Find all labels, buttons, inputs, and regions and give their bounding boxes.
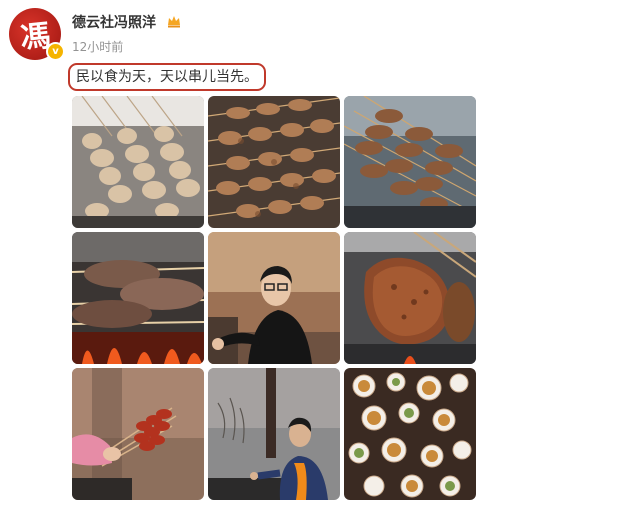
photo-lamb-skewers[interactable] (208, 96, 340, 228)
photo-grilled-skewers-closeup[interactable] (344, 96, 476, 228)
verified-badge-icon: v (46, 42, 65, 61)
crown-icon[interactable] (166, 13, 182, 29)
photo-roasting-meat-over-fire[interactable] (72, 232, 204, 364)
photo-grilled-steak[interactable] (344, 232, 476, 364)
photo-boy-in-black-jacket[interactable] (208, 232, 340, 364)
photo-man-at-grill[interactable] (208, 368, 340, 500)
post-text: 民以食为天，天以串儿当先。 (68, 63, 266, 91)
timestamp[interactable]: 12小时前 (72, 38, 123, 55)
photo-grid (72, 96, 476, 500)
photo-chicken-skewers[interactable] (72, 96, 204, 228)
username[interactable]: 德云社冯照洋 (72, 12, 156, 32)
photo-table-of-dishes[interactable] (344, 368, 476, 500)
photo-hand-holding-skewers[interactable] (72, 368, 204, 500)
